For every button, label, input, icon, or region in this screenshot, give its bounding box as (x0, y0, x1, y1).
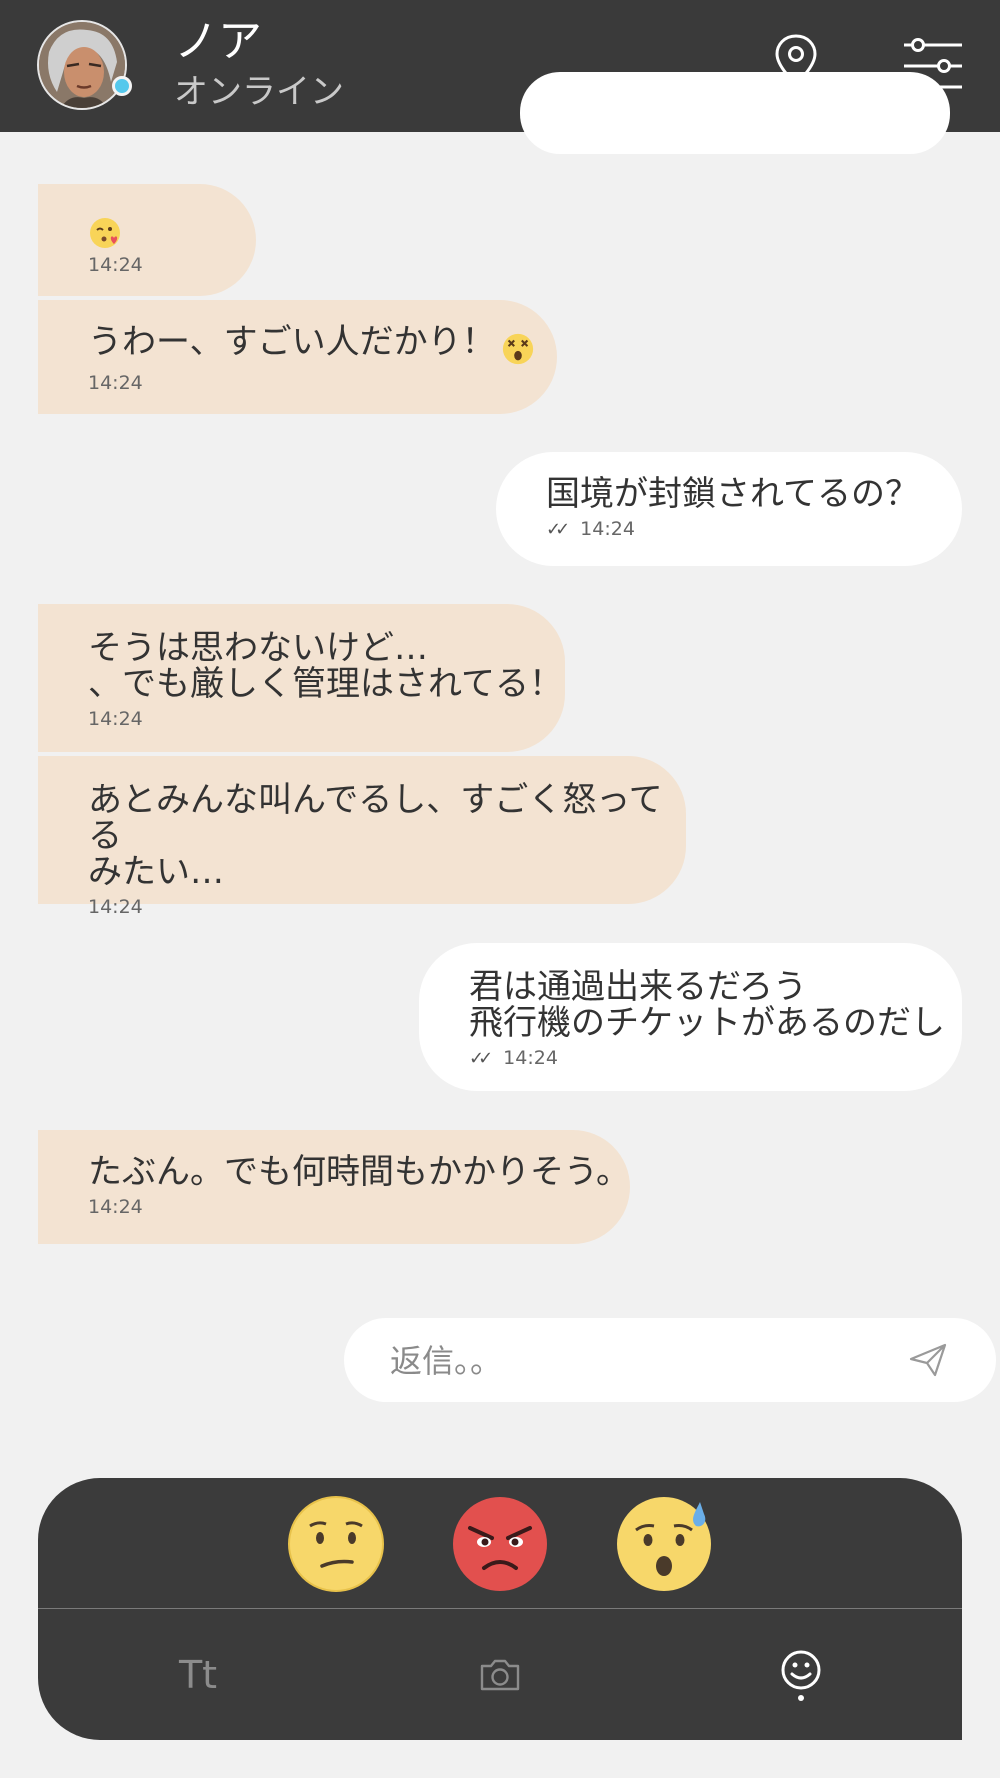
anxious-sweat-face-emoji[interactable] (616, 1496, 712, 1592)
message-text: あとみんな叫んでるし、すごく怒ってる みたい… (88, 780, 663, 892)
paper-plane-icon (909, 1343, 947, 1377)
tab-camera[interactable] (440, 1609, 560, 1740)
read-receipt-icon: ✓✓ (546, 518, 570, 540)
message-time: 14:24 (88, 896, 143, 918)
message-bubble-incoming[interactable]: うわー、すごい人だかり！ 14:24 (38, 300, 557, 414)
message-bubble-partial (520, 72, 950, 154)
message-bubble-outgoing[interactable]: 国境が封鎖されてるの？ ✓✓ 14:24 (496, 452, 962, 566)
message-time: 14:24 (88, 371, 143, 394)
contact-avatar[interactable] (37, 20, 127, 110)
confused-face-emoji[interactable] (288, 1496, 384, 1592)
send-button[interactable] (902, 1334, 954, 1386)
online-status-dot (112, 76, 132, 96)
message-bubble-outgoing[interactable]: 君は通過出来るだろう 飛行機のチケットがあるのだし ✓✓ 14:24 (419, 943, 962, 1091)
message-text: たぶん。でも何時間もかかりそう。 (88, 1152, 630, 1192)
message-bubble-incoming[interactable]: たぶん。でも何時間もかかりそう。 14:24 (38, 1130, 630, 1244)
camera-icon (480, 1659, 520, 1690)
tab-text-format[interactable]: Tt (138, 1609, 258, 1740)
active-tab-indicator (798, 1694, 804, 1701)
message-text: 国境が封鎖されてるの？ (546, 474, 919, 514)
message-text: そうは思わないけど… 、でも厳しく管理はされてる！ (88, 628, 563, 704)
angry-face-emoji[interactable] (452, 1496, 548, 1592)
kissing-heart-emoji (90, 218, 120, 248)
message-text: 君は通過出来るだろう 飛行機のチケットがあるのだし (469, 967, 945, 1043)
message-time: 14:24 (88, 1196, 143, 1218)
message-meta: ✓✓ 14:24 (546, 518, 962, 540)
message-time: 14:24 (580, 518, 635, 540)
read-receipt-icon: ✓✓ (469, 1047, 493, 1069)
message-time: 14:24 (88, 708, 143, 730)
message-text: うわー、すごい人だかり！ (88, 322, 496, 362)
message-bubble-incoming[interactable]: あとみんな叫んでるし、すごく怒ってる みたい… 14:24 (38, 756, 686, 918)
contact-name: ノア (174, 16, 262, 67)
smiley-icon (781, 1650, 821, 1689)
message-bubble-incoming[interactable]: そうは思わないけど… 、でも厳しく管理はされてる！ 14:24 (38, 604, 565, 752)
message-time: 14:24 (503, 1047, 558, 1069)
message-time: 14:24 (88, 254, 143, 276)
reply-bar (344, 1318, 996, 1402)
reply-input[interactable] (388, 1332, 872, 1390)
message-bubble-incoming[interactable]: 14:24 (38, 184, 256, 296)
reaction-row (38, 1478, 962, 1608)
dizzy-face-emoji (502, 333, 533, 364)
tab-emoji[interactable] (741, 1609, 861, 1740)
bottom-tab-bar: Tt (38, 1609, 962, 1740)
contact-status: オンライン (174, 72, 344, 112)
text-format-icon: Tt (178, 1652, 218, 1697)
emoji-panel: Tt (38, 1478, 962, 1740)
message-meta: ✓✓ 14:24 (469, 1047, 962, 1069)
